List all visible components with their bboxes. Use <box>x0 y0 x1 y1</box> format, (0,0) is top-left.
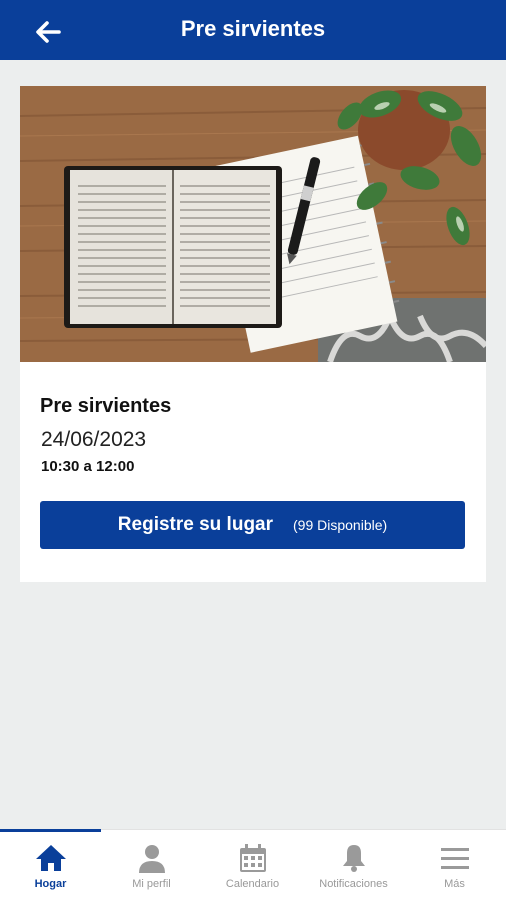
nav-label: Mi perfil <box>132 878 171 890</box>
nav-item-mas[interactable]: Más <box>404 830 505 900</box>
home-icon <box>34 842 68 874</box>
page-title: Pre sirvientes <box>180 16 326 41</box>
event-time: 10:30 a 12:00 <box>41 458 135 475</box>
availability-count: (99 Disponible) <box>293 517 388 533</box>
app-header: Pre sirvientes <box>0 0 506 60</box>
nav-item-mi-perfil[interactable]: Mi perfil <box>101 830 202 900</box>
nav-label: Más <box>444 878 465 890</box>
nav-label: Notificaciones <box>319 878 388 890</box>
bell-icon <box>337 842 371 874</box>
nav-item-hogar[interactable]: Hogar <box>0 830 101 900</box>
nav-label: Hogar <box>34 878 67 890</box>
menu-icon <box>438 842 472 874</box>
nav-label: Calendario <box>225 878 280 890</box>
event-image <box>20 86 486 362</box>
bottom-navigation: Hogar Mi perfil Calendario Notificacione… <box>0 829 506 900</box>
nav-item-calendario[interactable]: Calendario <box>202 830 303 900</box>
event-date: 24/06/2023 <box>41 428 147 451</box>
register-button-label: Registre su lugar <box>117 514 274 535</box>
event-card: Pre sirvientes 24/06/2023 10:30 a 12:00 … <box>20 86 486 582</box>
back-button[interactable] <box>28 14 68 50</box>
arrow-left-icon <box>36 21 61 43</box>
event-title: Pre sirvientes <box>40 395 172 417</box>
user-icon <box>135 842 169 874</box>
register-button[interactable]: Registre su lugar (99 Disponible) <box>40 501 465 549</box>
nav-item-notificaciones[interactable]: Notificaciones <box>303 830 404 900</box>
calendar-icon <box>236 842 270 874</box>
